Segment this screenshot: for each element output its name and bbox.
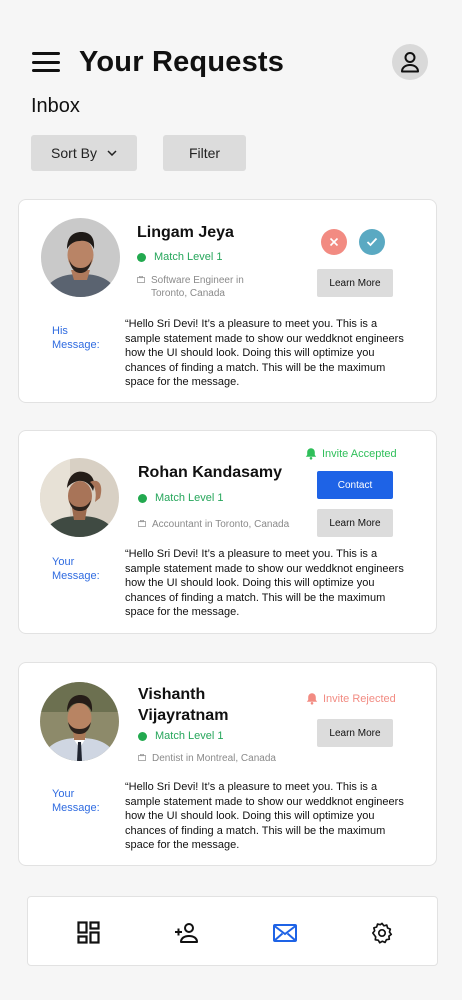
chevron-down-icon — [107, 150, 117, 156]
learn-more-button[interactable]: Learn More — [317, 509, 393, 537]
briefcase-icon — [138, 754, 146, 761]
request-card: Rohan Kandasamy Match Level 1 Accountant… — [18, 430, 437, 634]
message-text: “Hello Sri Devi! It’s a pleasure to meet… — [125, 781, 404, 851]
match-level-label: Match Level 1 — [155, 730, 224, 742]
avatar — [40, 682, 119, 761]
message-label: Your Message: — [52, 556, 100, 582]
job-info: Accountant in Toronto, Canada — [138, 518, 289, 531]
close-icon — [329, 237, 339, 247]
filter-button[interactable]: Filter — [163, 135, 246, 171]
sort-by-label: Sort By — [51, 145, 97, 161]
menu-icon[interactable] — [32, 52, 60, 72]
match-level-label: Match Level 1 — [154, 251, 223, 263]
request-card: Vishanth Vijayratnam Match Level 1 Denti… — [18, 662, 437, 866]
add-user-icon — [175, 923, 198, 943]
job-line: Software Engineer in — [151, 275, 244, 286]
nav-add-user[interactable] — [174, 920, 200, 946]
reject-button[interactable] — [321, 229, 347, 255]
dashboard-icon — [77, 921, 100, 944]
section-title-inbox: Inbox — [31, 95, 80, 117]
request-card: Lingam Jeya Match Level 1 Software Engin… — [18, 199, 437, 403]
status-dot — [138, 493, 147, 503]
nav-dashboard[interactable] — [76, 920, 102, 946]
user-icon — [401, 52, 419, 73]
job-line: Dentist in Montreal, Canada — [152, 753, 276, 764]
match-level-label: Match Level 1 — [155, 492, 224, 504]
message-text: “Hello Sri Devi! It’s a pleasure to meet… — [125, 318, 404, 388]
match-level: Match Level 1 — [138, 730, 223, 742]
status-dot — [137, 252, 146, 262]
status-dot — [138, 731, 147, 741]
settings-icon — [372, 922, 393, 944]
invite-status: Invite Accepted — [305, 447, 397, 460]
accept-button[interactable] — [359, 229, 385, 255]
bell-icon — [306, 693, 318, 705]
sort-by-button[interactable]: Sort By — [31, 135, 137, 171]
request-name: Rohan Kandasamy — [138, 464, 283, 481]
learn-more-button[interactable]: Learn More — [317, 719, 393, 747]
briefcase-icon — [137, 276, 145, 283]
message-label: Your Message: — [52, 788, 100, 814]
list-controls: Sort By Filter — [31, 135, 246, 171]
mail-icon — [273, 924, 297, 942]
avatar — [40, 458, 119, 537]
nav-mail[interactable] — [272, 920, 298, 946]
bottom-nav — [27, 896, 438, 966]
invite-status: Invite Rejected — [306, 692, 396, 705]
job-line: Accountant in Toronto, Canada — [152, 519, 290, 530]
profile-button[interactable] — [392, 44, 428, 80]
invite-status-label: Invite Rejected — [323, 692, 396, 705]
request-name: Vishanth Vijayratnam — [138, 686, 229, 724]
learn-more-button[interactable]: Learn More — [317, 269, 393, 297]
avatar — [41, 218, 120, 297]
match-level: Match Level 1 — [137, 251, 222, 263]
request-name: Lingam Jeya — [137, 224, 234, 241]
message-text: “Hello Sri Devi! It’s a pleasure to meet… — [125, 548, 404, 618]
briefcase-icon — [138, 520, 146, 527]
check-icon — [366, 237, 378, 247]
job-info: Dentist in Montreal, Canada — [138, 752, 276, 765]
job-info: Software Engineer in Toronto, Canada — [137, 274, 244, 300]
job-line: Toronto, Canada — [151, 288, 225, 299]
app-header: Your Requests — [32, 42, 428, 82]
match-level: Match Level 1 — [138, 492, 223, 504]
page-title: Your Requests — [79, 45, 285, 78]
message-label: His Message: — [52, 325, 100, 351]
invite-status-label: Invite Accepted — [322, 447, 397, 460]
contact-button[interactable]: Contact — [317, 471, 393, 499]
nav-settings[interactable] — [369, 920, 395, 946]
bell-icon — [305, 448, 317, 460]
